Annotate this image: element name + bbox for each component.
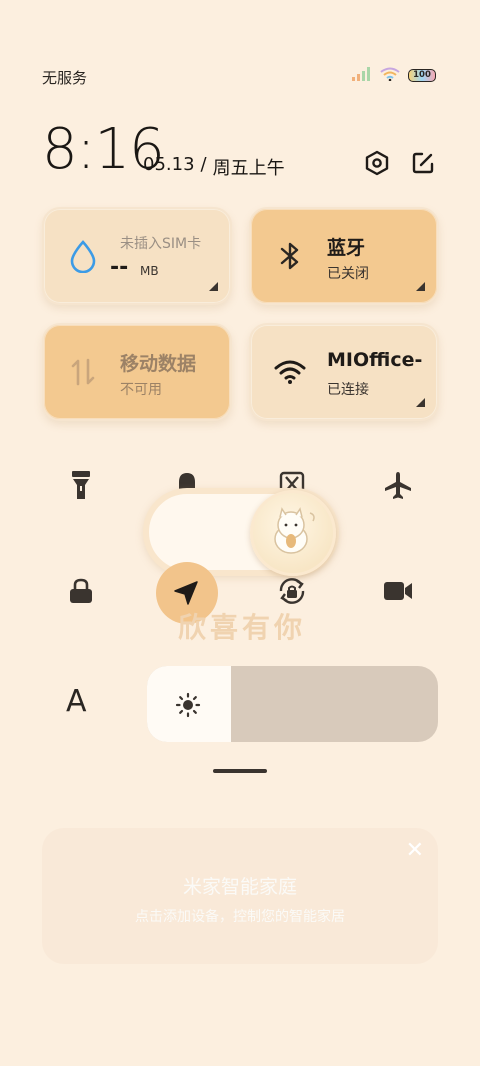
lock-icon [69, 578, 93, 608]
wifi-status: 已连接 [327, 382, 369, 398]
expand-corner-icon[interactable] [416, 398, 425, 407]
wifi-network-name: MIOffice- [327, 349, 423, 371]
status-icons: 100 [352, 66, 436, 85]
airplane-icon [383, 470, 413, 504]
carrier-status: 无服务 [42, 69, 88, 87]
mobile-data-label: 移动数据 [120, 353, 197, 375]
signal-icon [352, 66, 372, 85]
screen-record-toggle[interactable] [370, 565, 426, 621]
flashlight-toggle[interactable] [53, 459, 109, 515]
airplane-toggle[interactable] [370, 459, 426, 515]
wifi-status-icon [380, 66, 400, 85]
expand-corner-icon[interactable] [416, 282, 425, 291]
sun-icon [175, 692, 201, 722]
data-usage-tile[interactable]: 未插入SIM卡 -- MB [42, 207, 232, 305]
cat-sticker [250, 490, 336, 576]
sim-label: 未插入SIM卡 [120, 236, 202, 252]
brightness-slider[interactable] [147, 666, 438, 742]
bluetooth-label: 蓝牙 [327, 237, 366, 259]
mobile-data-status: 不可用 [120, 382, 162, 398]
video-camera-icon [383, 580, 413, 606]
close-icon[interactable]: ✕ [406, 838, 424, 863]
settings-icon[interactable] [362, 148, 392, 178]
smart-home-title: 米家智能家庭 [182, 876, 297, 898]
auto-brightness-toggle[interactable]: A [66, 684, 87, 719]
drag-handle[interactable] [213, 769, 267, 773]
bluetooth-tile[interactable]: 蓝牙 已关闭 [249, 207, 439, 305]
flashlight-icon [71, 470, 91, 504]
bluetooth-status: 已关闭 [327, 266, 369, 282]
data-arrows-icon [66, 355, 100, 389]
date-separator: / [200, 154, 207, 175]
droplet-icon [66, 239, 100, 273]
bluetooth-icon [273, 239, 307, 273]
watermark-text: 欣喜有你 [178, 611, 307, 644]
expand-corner-icon[interactable] [209, 282, 218, 291]
data-unit: MB [140, 264, 159, 278]
clock-date: 05.13 / 周五上午 [143, 154, 285, 180]
smart-home-subtitle: 点击添加设备，控制您的智能家居 [135, 909, 345, 925]
weekday-text: 周五上午 [212, 158, 285, 179]
data-value: -- [110, 255, 129, 280]
lock-toggle[interactable] [53, 565, 109, 621]
edit-icon[interactable] [408, 148, 438, 178]
mobile-data-tile[interactable]: 移动数据 不可用 [42, 323, 232, 421]
wifi-tile[interactable]: MIOffice- 已连接 [249, 323, 439, 421]
date-text: 05.13 [143, 154, 195, 175]
battery-icon: 100 [408, 69, 436, 82]
wifi-icon [273, 355, 307, 389]
smart-home-card[interactable]: ✕ 米家智能家庭 点击添加设备，控制您的智能家居 [42, 828, 438, 964]
